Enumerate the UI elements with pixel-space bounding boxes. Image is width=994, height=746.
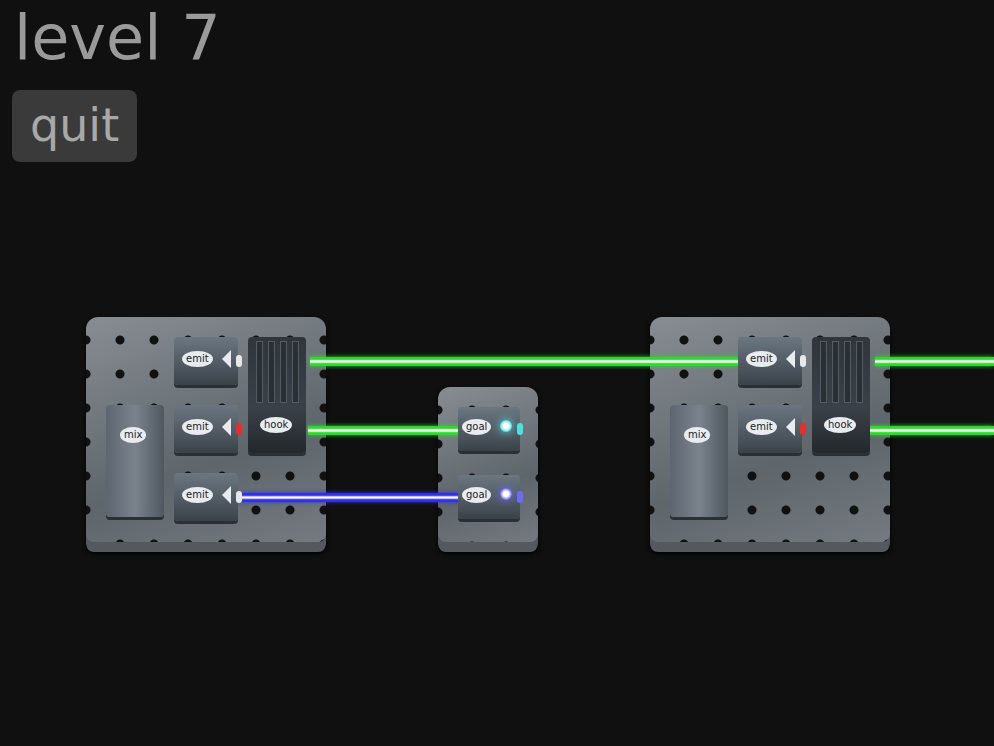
mix-label: mix (120, 427, 146, 443)
goal-label: goal (462, 419, 491, 435)
hook-label: hook (824, 417, 856, 433)
hook-post-icon (256, 341, 263, 403)
hook-post-icon (832, 341, 839, 403)
mix-label: mix (684, 427, 710, 443)
arrow-icon (222, 418, 231, 436)
goal-label: goal (462, 487, 491, 503)
hook-module[interactable]: hook (812, 337, 870, 453)
mix-module[interactable]: mix (670, 405, 728, 517)
laser-beam (308, 426, 460, 435)
laser-beam (875, 357, 994, 366)
port-icon (236, 491, 242, 503)
emit-module[interactable]: emit (738, 337, 802, 385)
emit-module[interactable]: emit (738, 405, 802, 453)
hook-post-icon (820, 341, 827, 403)
hook-post-icon (268, 341, 275, 403)
laser-beam (238, 493, 460, 502)
port-icon (236, 355, 242, 367)
emit-module[interactable]: emit (174, 405, 238, 453)
goal-module[interactable]: goal (458, 407, 520, 451)
emit-module[interactable]: emit (174, 473, 238, 521)
hook-post-icon (856, 341, 863, 403)
goal-port-icon (517, 423, 523, 435)
arrow-icon (222, 350, 231, 368)
goal-module[interactable]: goal (458, 475, 520, 519)
hook-module[interactable]: hook (248, 337, 306, 453)
emit-label: emit (182, 487, 213, 503)
emit-label: emit (182, 419, 213, 435)
emit-label: emit (746, 351, 777, 367)
hud: level 7 quit (12, 4, 221, 162)
goal-light-icon (500, 420, 512, 432)
arrow-icon (786, 418, 795, 436)
hook-post-icon (844, 341, 851, 403)
port-icon (800, 355, 806, 367)
port-icon (800, 423, 806, 435)
emit-label: emit (182, 351, 213, 367)
hook-post-icon (280, 341, 287, 403)
emit-module[interactable]: emit (174, 337, 238, 385)
arrow-icon (222, 486, 231, 504)
hook-post-icon (292, 341, 299, 403)
level-title: level 7 (12, 4, 221, 72)
laser-beam (870, 426, 994, 435)
goal-port-icon (517, 491, 523, 503)
hook-label: hook (260, 417, 292, 433)
mix-module[interactable]: mix (106, 405, 164, 517)
emit-label: emit (746, 419, 777, 435)
port-icon (236, 423, 242, 435)
goal-light-icon (500, 488, 512, 500)
laser-beam (310, 357, 740, 366)
arrow-icon (786, 350, 795, 368)
quit-button[interactable]: quit (12, 90, 137, 162)
